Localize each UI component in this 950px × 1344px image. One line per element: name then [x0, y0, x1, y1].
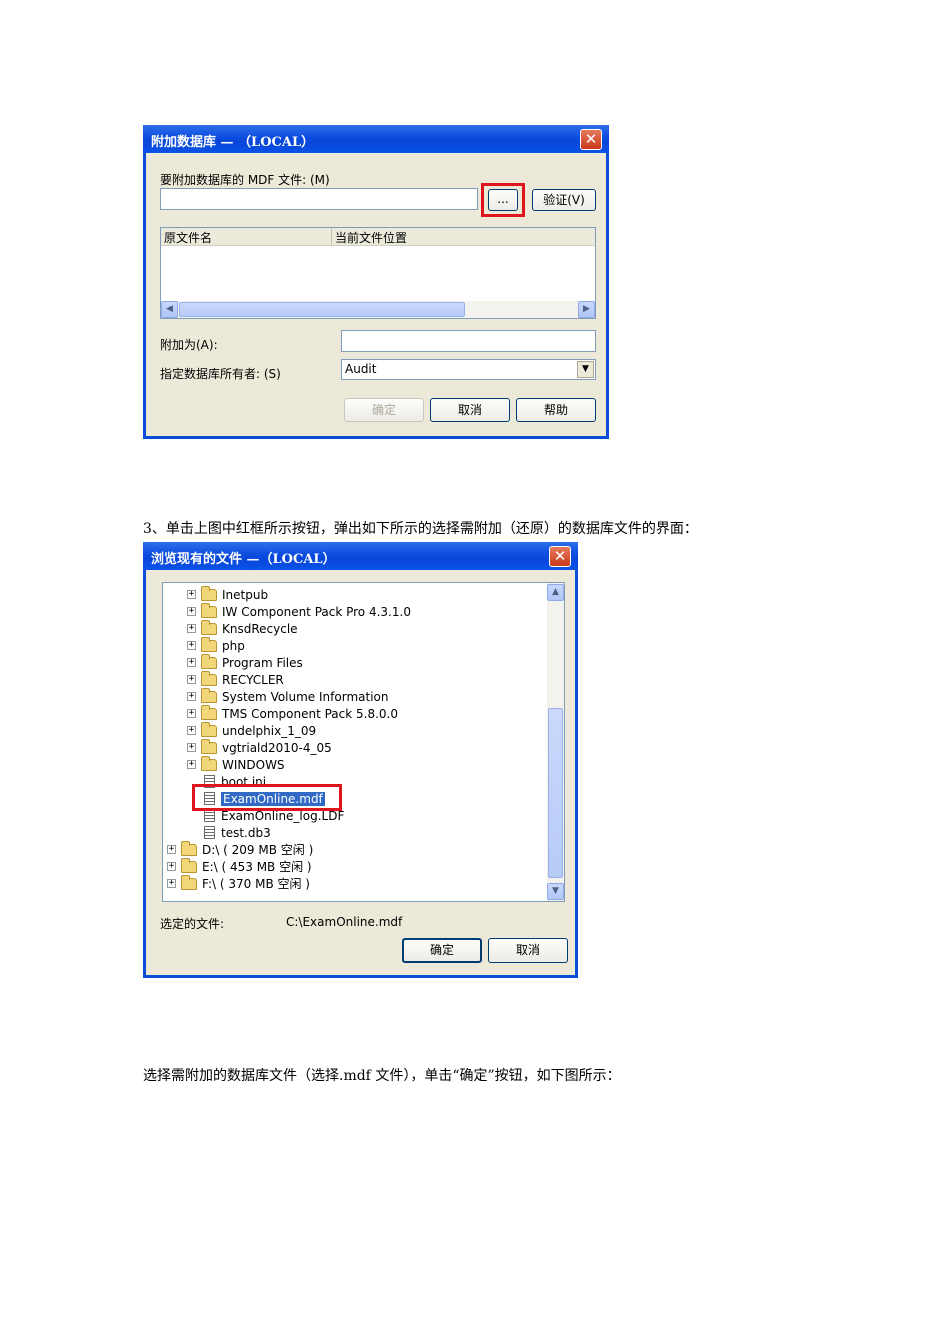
expand-icon[interactable]: + — [187, 743, 196, 752]
chevron-down-icon[interactable]: ▼ — [577, 361, 594, 378]
folder-label: Program Files — [222, 655, 303, 670]
owner-select-value: Audit — [345, 362, 377, 376]
scroll-right-icon[interactable]: ▶ — [578, 301, 595, 318]
scroll-up-icon[interactable]: ▲ — [547, 584, 564, 601]
folder-label: Inetpub — [222, 587, 269, 602]
expand-icon[interactable]: + — [187, 675, 196, 684]
folder-icon — [201, 721, 217, 737]
tree-drive[interactable]: + F:\ ( 370 MB 空闲 ) — [167, 874, 310, 892]
tree-folder[interactable]: + vgtriald2010-4_05 — [187, 738, 332, 756]
file-list-header: 原文件名 当前文件位置 — [161, 228, 595, 246]
tree-drive[interactable]: + E:\ ( 453 MB 空闲 ) — [167, 857, 312, 875]
expand-icon[interactable]: + — [167, 879, 176, 888]
expand-icon[interactable]: + — [187, 624, 196, 633]
folder-label: undelphix_1_09 — [222, 723, 317, 738]
cancel-button[interactable]: 取消 — [430, 398, 510, 422]
expand-icon[interactable]: + — [187, 726, 196, 735]
expand-icon[interactable]: + — [187, 760, 196, 769]
close-icon[interactable]: ✕ — [549, 546, 571, 567]
drive-label: E:\ ( 453 MB 空闲 ) — [202, 860, 312, 874]
ok-button[interactable]: 确定 — [402, 938, 482, 963]
folder-icon — [201, 619, 217, 635]
scroll-thumb[interactable] — [548, 708, 563, 878]
folder-icon — [201, 585, 217, 601]
folder-icon — [201, 755, 217, 771]
folder-label: TMS Component Pack 5.8.0.0 — [222, 706, 398, 721]
folder-label: RECYCLER — [222, 672, 284, 687]
mdf-file-label: 要附加数据库的 MDF 文件: (M) — [160, 173, 330, 187]
folder-label: php — [222, 638, 245, 653]
browse-dialog-title: 浏览现有的文件 —（LOCAL） — [143, 542, 578, 570]
ok-button[interactable]: 确定 — [344, 398, 424, 422]
scroll-down-icon[interactable]: ▼ — [547, 883, 564, 900]
selected-file-label: 选定的文件: — [160, 917, 225, 931]
folder-icon — [181, 857, 197, 873]
expand-icon[interactable]: + — [187, 607, 196, 616]
verify-button[interactable]: 验证(V) — [532, 189, 596, 211]
folder-icon — [201, 738, 217, 754]
selected-file-path: C:\ExamOnline.mdf — [286, 915, 403, 929]
file-list[interactable]: 原文件名 当前文件位置 ◀ ▶ — [160, 227, 596, 319]
folder-label: vgtriald2010-4_05 — [222, 740, 332, 755]
expand-icon[interactable]: + — [187, 709, 196, 718]
close-icon[interactable]: ✕ — [580, 129, 602, 150]
folder-icon — [201, 636, 217, 652]
tree-folder[interactable]: + WINDOWS — [187, 755, 285, 773]
folder-icon — [201, 687, 217, 703]
folder-icon — [201, 670, 217, 686]
browse-files-dialog: 浏览现有的文件 —（LOCAL） ✕ + Inetpub + IW Componen… — [143, 542, 578, 978]
expand-icon[interactable]: + — [187, 658, 196, 667]
final-instruction-text: 选择需附加的数据库文件（选择.mdf 文件），单击“确定”按钮，如下图所示： — [143, 1068, 621, 1084]
drive-label: F:\ ( 370 MB 空闲 ) — [202, 877, 310, 891]
expand-icon[interactable]: + — [187, 590, 196, 599]
tree-folder[interactable]: + Program Files — [187, 653, 303, 671]
file-tree[interactable]: + Inetpub + IW Component Pack Pro 4.3.1.0 … — [162, 582, 565, 902]
folder-icon — [181, 840, 197, 856]
tree-folder[interactable]: + undelphix_1_09 — [187, 721, 317, 739]
tree-folder[interactable]: + System Volume Information — [187, 687, 389, 705]
file-icon — [204, 826, 215, 839]
attach-database-dialog: 附加数据库 — （LOCAL） ✕ 要附加数据库的 MDF 文件: (M) ..… — [143, 125, 609, 439]
horizontal-scrollbar[interactable]: ◀ ▶ — [161, 301, 595, 318]
tree-folder[interactable]: + TMS Component Pack 5.8.0.0 — [187, 704, 398, 722]
mdf-file-input[interactable] — [160, 188, 478, 210]
vertical-scrollbar[interactable]: ▲ ▼ — [547, 583, 564, 901]
highlight-box — [481, 183, 525, 217]
folder-icon — [201, 653, 217, 669]
attach-as-input[interactable] — [341, 330, 596, 352]
step-3-text: 3、单击上图中红框所示按钮，弹出如下所示的选择需附加（还原）的数据库文件的界面： — [143, 521, 698, 537]
folder-label: IW Component Pack Pro 4.3.1.0 — [222, 604, 411, 619]
expand-icon[interactable]: + — [187, 692, 196, 701]
tree-folder[interactable]: + php — [187, 636, 245, 654]
cancel-button[interactable]: 取消 — [488, 938, 568, 963]
tree-folder[interactable]: + Inetpub — [187, 585, 269, 603]
column-original-name[interactable]: 原文件名 — [161, 228, 332, 245]
attach-dialog-title: 附加数据库 — （LOCAL） — [143, 125, 609, 153]
tree-folder[interactable]: + IW Component Pack Pro 4.3.1.0 — [187, 602, 411, 620]
column-current-location[interactable]: 当前文件位置 — [332, 228, 595, 245]
expand-icon[interactable]: + — [167, 862, 176, 871]
folder-icon — [201, 602, 217, 618]
owner-select[interactable]: Audit ▼ — [341, 359, 596, 380]
scroll-left-icon[interactable]: ◀ — [161, 301, 178, 318]
tree-folder[interactable]: + KnsdRecycle — [187, 619, 298, 637]
folder-icon — [181, 874, 197, 890]
scroll-thumb[interactable] — [179, 302, 465, 317]
expand-icon[interactable]: + — [167, 845, 176, 854]
tree-folder[interactable]: + RECYCLER — [187, 670, 284, 688]
expand-icon[interactable]: + — [187, 641, 196, 650]
help-button[interactable]: 帮助 — [516, 398, 596, 422]
folder-label: WINDOWS — [222, 757, 285, 772]
folder-label: KnsdRecycle — [222, 621, 298, 636]
owner-label: 指定数据库所有者: (S) — [160, 367, 281, 381]
folder-label: System Volume Information — [222, 689, 389, 704]
attach-as-label: 附加为(A): — [160, 338, 218, 352]
drive-label: D:\ ( 209 MB 空闲 ) — [202, 843, 314, 857]
file-label: test.db3 — [221, 825, 271, 840]
tree-file[interactable]: test.db3 — [203, 824, 271, 841]
highlight-box — [192, 784, 342, 811]
tree-drive[interactable]: + D:\ ( 209 MB 空闲 ) — [167, 840, 314, 858]
folder-icon — [201, 704, 217, 720]
